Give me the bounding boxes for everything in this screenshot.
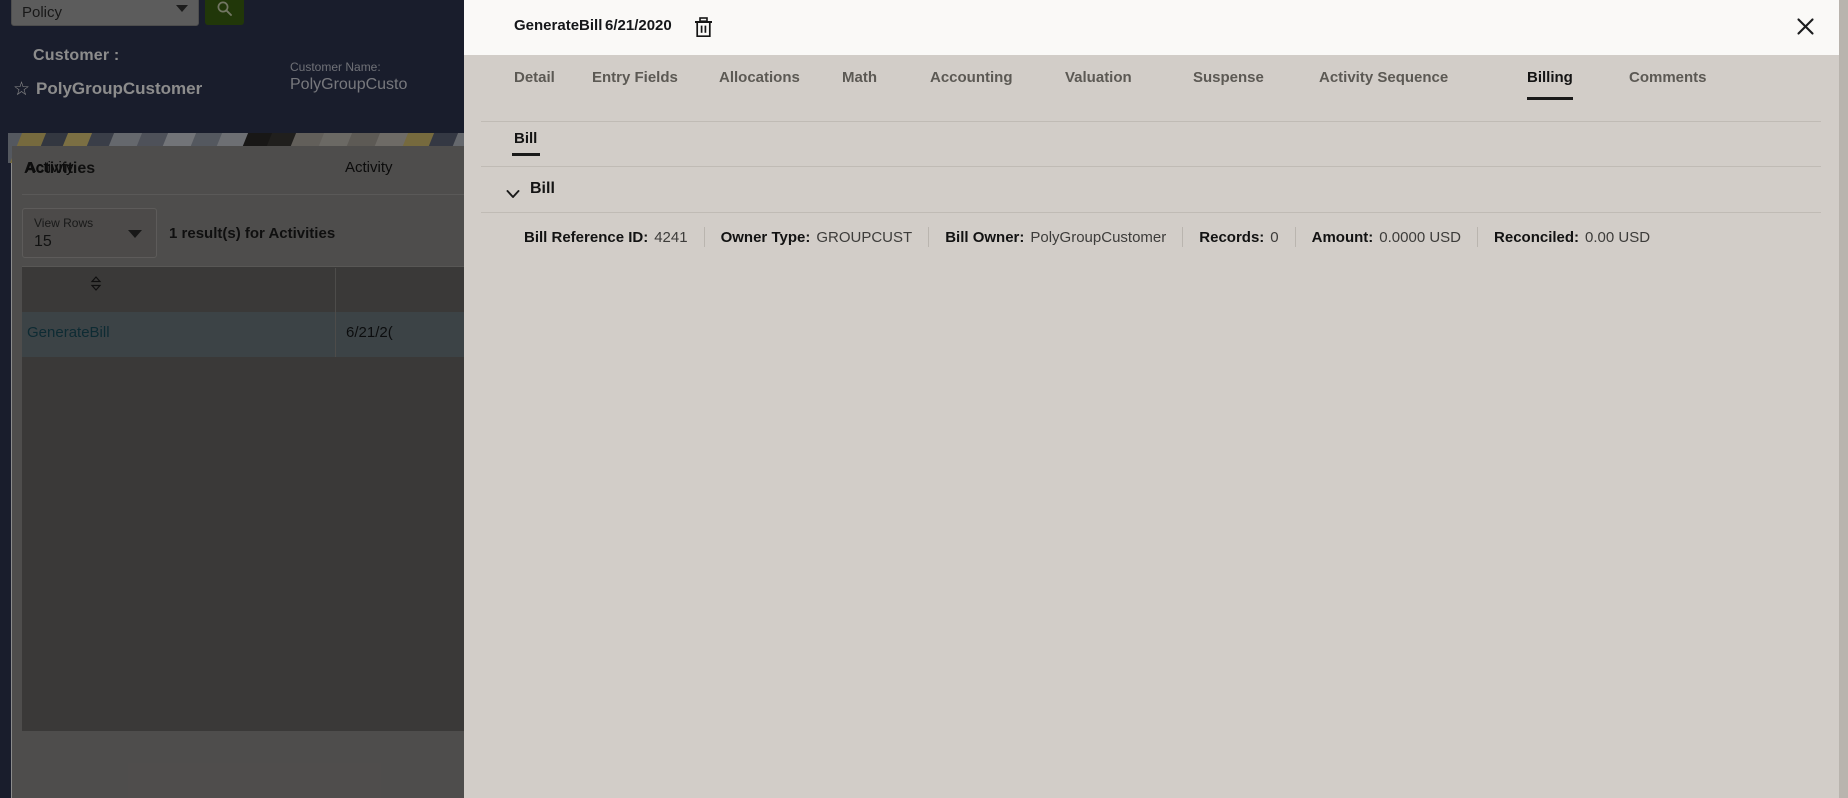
chevron-down-icon [176,5,188,12]
tab-label: Allocations [719,69,800,86]
field-label: Reconciled: [1494,228,1580,246]
tab-label: Math [842,69,877,86]
subtab-bill[interactable]: Bill [512,130,541,156]
field-value: 4241 [654,228,688,246]
subtabbar-divider [481,166,1821,167]
tab-billing[interactable]: Billing [1527,69,1573,100]
close-icon [1796,17,1814,35]
results-count: 1 result(s) for Activities [169,225,336,242]
policy-select-label: Policy [22,4,63,21]
field-bill-owner: Bill Owner: PolyGroupCustomer [929,229,1182,246]
field-reconciled: Reconciled: 0.00 USD [1478,229,1666,246]
card-divider [22,194,470,195]
field-owner-type: Owner Type: GROUPCUST [705,229,929,246]
tab-label: Accounting [930,69,1013,86]
field-label: Bill Reference ID: [524,228,649,246]
field-label: Records: [1199,228,1265,246]
field-value: GROUPCUST [816,228,913,246]
field-value: PolyGroupCustomer [1030,228,1167,246]
trash-icon [694,16,712,37]
tab-label: Detail [514,69,555,86]
tab-comments[interactable]: Comments [1629,69,1707,86]
field-label: Amount: [1311,228,1374,246]
tab-entry-fields[interactable]: Entry Fields [592,69,678,86]
tab-suspense[interactable]: Suspense [1193,69,1264,86]
search-button[interactable] [205,0,244,25]
customer-name-label: Customer Name: [290,60,381,74]
policy-select[interactable]: Policy [11,0,199,26]
column-header-activity-date[interactable]: Activity [345,159,393,176]
tab-detail[interactable]: Detail [514,69,555,86]
chevron-down-icon [506,190,520,198]
bill-section-header[interactable]: Bill [464,174,1839,216]
background-application: Policy Customer : ☆ PolyGroupCustomer Cu… [0,0,470,798]
tab-activity-sequence[interactable]: Activity Sequence [1319,69,1448,86]
field-records: Records: 0 [1183,229,1294,246]
modal-subtabbar: Bill [464,122,1839,165]
field-label: Bill Owner: [945,228,1025,246]
view-rows-select[interactable]: View Rows 15 [22,208,157,258]
active-tab-indicator [1527,97,1573,100]
chevron-down-icon [128,230,142,238]
active-subtab-indicator [512,153,541,156]
tab-label: Valuation [1065,69,1132,86]
tab-label: Billing [1527,69,1573,86]
field-value: 0 [1270,228,1279,246]
bill-section-title: Bill [530,180,555,197]
activity-detail-modal: GenerateBill 6/21/2020 Detail Entry Fiel… [464,0,1848,798]
modal-tabbar: Detail Entry Fields Allocations Math Acc… [464,55,1839,111]
modal-title: GenerateBill [514,17,603,34]
customer-name-value: PolyGroupCusto [290,76,408,93]
tab-label: Entry Fields [592,69,678,86]
modal-titlebar: GenerateBill 6/21/2020 [464,0,1839,55]
tab-label: Activity Sequence [1319,69,1449,86]
field-value: 0.00 USD [1585,228,1651,246]
search-icon [217,1,232,16]
customer-heading: Customer : [33,47,120,64]
field-label: Owner Type: [720,228,811,246]
card-footer [12,731,470,798]
cell-activity[interactable]: GenerateBill [27,324,110,341]
star-outline-icon[interactable]: ☆ [13,80,30,99]
delete-button[interactable] [688,12,718,42]
view-rows-label: View Rows [34,216,94,230]
column-header-activity[interactable]: Activity [26,159,74,176]
row-divider [335,312,336,357]
tab-label: Comments [1629,69,1707,86]
column-divider [335,268,336,312]
field-amount: Amount: 0.0000 USD [1296,229,1477,246]
bill-summary-row: Bill Reference ID: 4241 Owner Type: GROU… [524,224,1666,250]
left-rail [0,0,11,798]
customer-name: PolyGroupCustomer [36,79,203,98]
cell-activity-date: 6/21/2( [346,324,393,341]
tab-valuation[interactable]: Valuation [1065,69,1132,86]
field-bill-reference-id: Bill Reference ID: 4241 [524,229,704,246]
tab-allocations[interactable]: Allocations [719,69,800,86]
tab-math[interactable]: Math [842,69,877,86]
sort-updown-icon[interactable] [90,276,102,291]
bill-section-divider [481,212,1821,213]
view-rows-value: 15 [34,233,52,250]
modal-subtitle-date: 6/21/2020 [605,17,672,34]
table-body-empty [22,357,470,731]
tab-accounting[interactable]: Accounting [930,69,1013,86]
activities-card: Activities View Rows 15 1 result(s) for … [12,146,470,731]
tab-label: Suspense [1193,69,1264,86]
subtab-label: Bill [514,130,538,147]
field-value: 0.0000 USD [1379,228,1462,246]
close-button[interactable] [1788,9,1822,43]
